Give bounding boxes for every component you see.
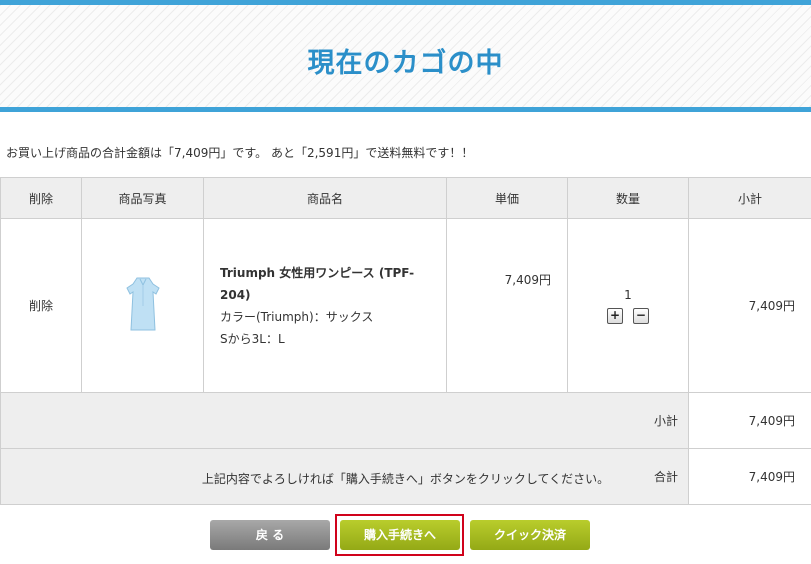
back-button[interactable]: 戻 る	[210, 520, 330, 550]
table-row: 削除 Triumph 女性用ワンピース (TPF-204) カラー(Triump…	[0, 218, 811, 393]
product-option-size: Sから3L：L	[220, 331, 285, 346]
purchase-button[interactable]: 購入手続きへ	[340, 520, 460, 550]
subtotal-row: 小計 7,409円	[0, 392, 811, 449]
delete-cell: 削除	[0, 218, 82, 393]
checkout-instruction: 上記内容でよろしければ「購入手続きへ」ボタンをクリックしてください。	[201, 472, 610, 486]
cart-total-notice: お買い上げ商品の合計金額は「7,409円」です。 あと「2,591円」で送料無料…	[6, 146, 474, 160]
product-photo-cell	[81, 218, 204, 393]
item-subtotal: 7,409円	[688, 218, 811, 393]
unit-price: 7,409円	[446, 218, 568, 393]
column-header-quantity: 数量	[567, 177, 689, 219]
subtotal-label: 小計	[0, 392, 689, 449]
quantity-cell: 1 + −	[567, 218, 689, 393]
page-title: 現在のカゴの中	[307, 48, 504, 79]
column-header-price: 単価	[446, 177, 568, 219]
column-header-delete: 削除	[0, 177, 82, 219]
quantity-stepper: + −	[569, 307, 687, 324]
quick-checkout-button[interactable]: クイック決済	[470, 520, 590, 550]
cart-table: 削除 商品写真 商品名 単価 数量 小計 削除 Triumph 女性用ワンピース…	[0, 177, 811, 505]
minus-button[interactable]: −	[632, 307, 649, 324]
product-name-cell: Triumph 女性用ワンピース (TPF-204) カラー(Triumph)：…	[203, 218, 447, 393]
product-option-color: カラー(Triumph)：サックス	[220, 309, 374, 324]
delete-link[interactable]: 削除	[29, 299, 53, 313]
subtotal-value: 7,409円	[688, 392, 811, 449]
product-name: Triumph 女性用ワンピース (TPF-204)	[220, 265, 415, 302]
quantity-value: 1	[624, 287, 632, 302]
page-header: 現在のカゴの中	[0, 0, 811, 112]
table-header-row: 削除 商品写真 商品名 単価 数量 小計	[0, 177, 811, 219]
dress-icon[interactable]	[123, 276, 163, 332]
column-header-photo: 商品写真	[81, 177, 204, 219]
plus-button[interactable]: +	[607, 307, 624, 324]
column-header-name: 商品名	[203, 177, 447, 219]
column-header-subtotal: 小計	[688, 177, 811, 219]
